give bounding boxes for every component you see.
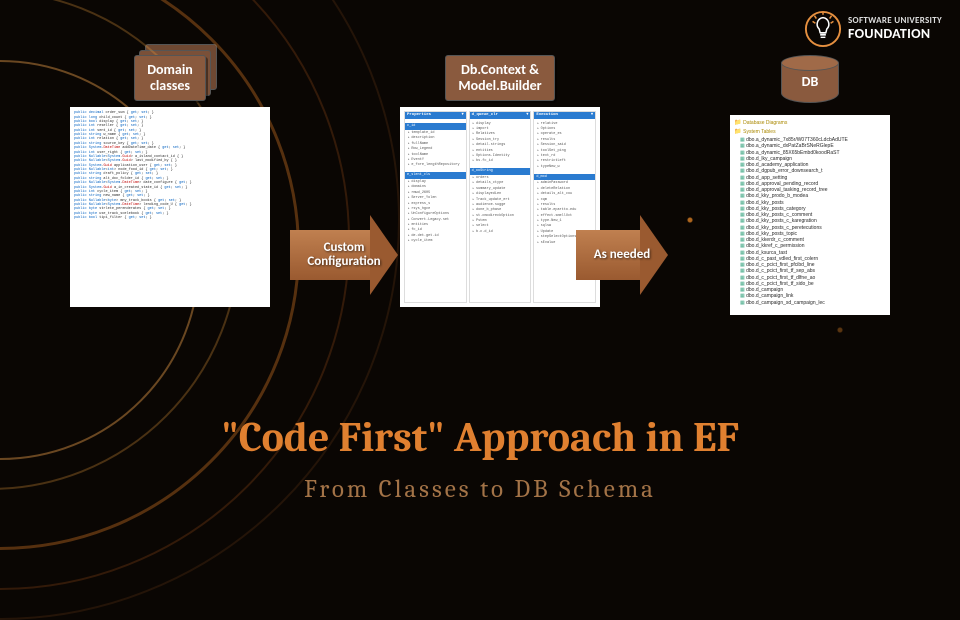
col-domain: Domain classes public decimal order_sum … bbox=[70, 55, 270, 307]
logo-line2: FOUNDATION bbox=[848, 26, 942, 42]
diagram-row: Domain classes public decimal order_sum … bbox=[70, 55, 890, 355]
code-panel: public decimal order_sum { get; set; }pu… bbox=[70, 107, 270, 307]
arrow-custom-config: Custom Configuration bbox=[290, 215, 398, 295]
properties-panel: Properties▾c_idtemplate_iddescriptionful… bbox=[400, 107, 600, 307]
db-tables-panel: Database DiagramsSystem Tablesdbo.a_dyna… bbox=[730, 115, 890, 315]
db-label: DB bbox=[781, 73, 839, 90]
arrow-as-needed: As needed bbox=[576, 215, 668, 295]
logo: SOFTWARE UNIVERSITY FOUNDATION bbox=[804, 10, 942, 48]
arrow-label-asneeded: As needed bbox=[576, 248, 668, 262]
arrow-label-custom: Custom Configuration bbox=[290, 241, 398, 270]
db-cylinder-icon: DB bbox=[781, 55, 839, 103]
col-context: Db.Context & Model.Builder Properties▾c_… bbox=[400, 55, 600, 307]
slide-title: "Code First" Approach in EF bbox=[0, 413, 960, 462]
badge-domain-classes: Domain classes bbox=[134, 55, 206, 101]
badge-dbcontext: Db.Context & Model.Builder bbox=[445, 55, 554, 101]
slide-subtitle: From Classes to DB Schema bbox=[0, 475, 960, 504]
lightbulb-icon bbox=[804, 10, 842, 48]
col-db: DB Database DiagramsSystem Tablesdbo.a_d… bbox=[730, 55, 890, 315]
